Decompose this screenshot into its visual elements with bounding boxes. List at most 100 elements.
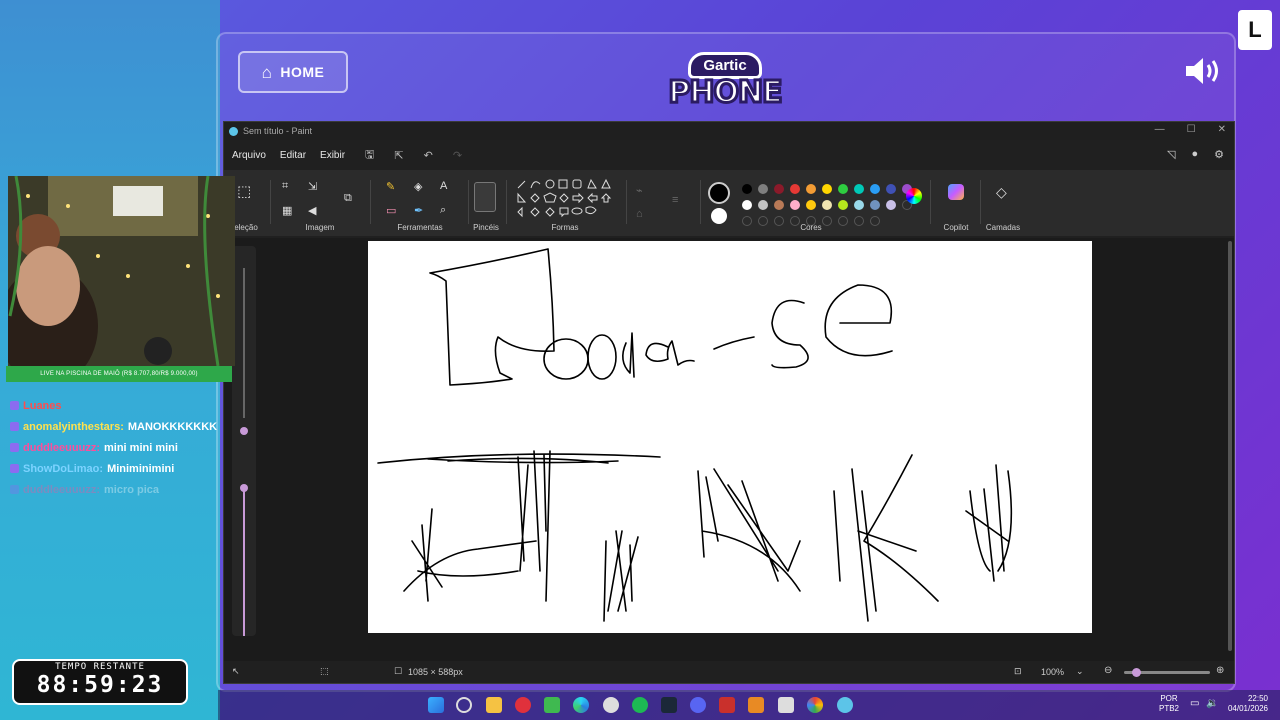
primary-color[interactable] — [708, 182, 730, 204]
share-icon[interactable]: ⇱ — [394, 149, 403, 162]
ribbon-group-colors: Cores — [706, 174, 912, 234]
layers-icon[interactable]: ◇ — [996, 184, 1007, 201]
size-icon[interactable]: ≡ — [672, 194, 678, 206]
chrome-icon[interactable] — [807, 697, 823, 713]
magnifier-icon[interactable]: ⌕ — [440, 204, 446, 217]
copilot-label: Copilot — [943, 223, 969, 232]
menu-exibir[interactable]: Exibir — [320, 150, 345, 161]
zoom-slider[interactable] — [1124, 668, 1210, 677]
language-indicator[interactable]: POR PTB2 — [1159, 694, 1179, 714]
discord-icon[interactable] — [690, 697, 706, 713]
size-slider-thumb[interactable] — [240, 427, 248, 435]
color-swatch[interactable] — [806, 184, 816, 194]
fill-icon[interactable]: ◈ — [414, 180, 422, 193]
app-news-icon[interactable] — [719, 697, 735, 713]
chat-text: Miniminimini — [107, 462, 175, 475]
color-swatch[interactable] — [822, 200, 832, 210]
spotify-icon[interactable] — [632, 697, 648, 713]
volume-icon[interactable]: 🔉 — [1206, 698, 1218, 709]
clock-date: 04/01/2026 — [1227, 704, 1268, 713]
color-swatch[interactable] — [790, 200, 800, 210]
redo-icon[interactable]: ↷ — [453, 149, 462, 162]
drawing-canvas[interactable] — [368, 241, 1092, 633]
color-swatch[interactable] — [838, 184, 848, 194]
rotate-icon[interactable]: ◀ — [308, 204, 316, 217]
chat-username: anomalyinthestars: — [23, 420, 124, 433]
opacity-slider-thumb[interactable] — [240, 484, 248, 492]
sound-icon[interactable] — [1184, 55, 1222, 87]
app-face-icon[interactable] — [603, 697, 619, 713]
fill-style-icon[interactable]: ⌂ — [636, 208, 643, 220]
resize-icon[interactable]: ⇲ — [308, 180, 317, 193]
shapes-gallery[interactable] — [516, 178, 616, 218]
system-clock[interactable]: 22:50 04/01/2026 — [1224, 694, 1268, 714]
secondary-color[interactable] — [711, 208, 727, 224]
crop-icon[interactable]: ⌗ — [282, 180, 288, 193]
color-swatch[interactable] — [758, 184, 768, 194]
image-tools-icon[interactable]: ⧉ — [344, 192, 352, 205]
color-swatch[interactable] — [774, 184, 784, 194]
chat-text: MANOKKKKKKK — [127, 420, 218, 433]
color-swatch[interactable] — [822, 184, 832, 194]
vertical-scrollbar[interactable] — [1228, 241, 1232, 651]
minimize-icon[interactable]: — — [1155, 124, 1165, 135]
fit-to-window-icon[interactable]: ⊡ — [1014, 666, 1022, 677]
color-swatch[interactable] — [790, 184, 800, 194]
color-picker-icon[interactable]: ✒ — [414, 204, 423, 217]
menu-arquivo[interactable]: Arquivo — [232, 150, 266, 161]
undo-icon[interactable]: ↶ — [424, 149, 433, 162]
color-swatch[interactable] — [774, 200, 784, 210]
search-icon[interactable] — [456, 697, 472, 713]
color-swatch[interactable] — [854, 184, 864, 194]
selection-icon[interactable]: ⬚ — [237, 182, 251, 200]
chat-username: Luanes — [23, 399, 62, 412]
zoom-out-icon[interactable]: ⊖ — [1104, 665, 1112, 676]
save-icon[interactable]: 🖫 — [365, 146, 374, 165]
app-green-icon[interactable] — [544, 697, 560, 713]
close-icon[interactable]: ✕ — [1218, 124, 1226, 135]
edit-colors-icon[interactable] — [906, 188, 922, 204]
grid-icon[interactable]: ▦ — [282, 204, 292, 217]
copilot-icon[interactable] — [948, 184, 964, 200]
ribbon-group-image: ⌗ ⇲ ▦ ◀ ⧉ Imagem — [274, 174, 366, 234]
zoom-level[interactable]: 100% — [1041, 667, 1064, 677]
color-swatch[interactable] — [838, 200, 848, 210]
steam-icon[interactable] — [661, 697, 677, 713]
zoom-in-icon[interactable]: ⊕ — [1216, 665, 1224, 676]
app-white-icon[interactable] — [778, 697, 794, 713]
file-explorer-icon[interactable] — [486, 697, 502, 713]
network-icon[interactable]: ▭ — [1190, 698, 1199, 709]
app-orange-icon[interactable] — [748, 697, 764, 713]
user-icon[interactable]: ● — [1191, 148, 1198, 161]
color-swatch[interactable] — [806, 200, 816, 210]
home-button[interactable]: ⌂ HOME — [238, 51, 348, 93]
menu-editar[interactable]: Editar — [280, 150, 306, 161]
text-icon[interactable]: A — [440, 180, 447, 192]
chat-message: duddleeuuuzz: mini mini mini — [10, 437, 225, 458]
color-swatch[interactable] — [854, 200, 864, 210]
chat-bubble-icon[interactable]: ◹ — [1167, 148, 1175, 161]
eraser-icon[interactable]: ▭ — [386, 204, 396, 217]
color-swatch[interactable] — [742, 200, 752, 210]
color-swatch[interactable] — [886, 200, 896, 210]
app-red-icon[interactable] — [515, 697, 531, 713]
color-swatch[interactable] — [870, 200, 880, 210]
color-swatch[interactable] — [742, 184, 752, 194]
maximize-icon[interactable]: ☐ — [1187, 124, 1196, 135]
brush-size-sliders[interactable] — [232, 246, 256, 636]
window-title: Sem título - Paint — [243, 126, 313, 136]
outline-icon[interactable]: ⌁ — [636, 184, 643, 197]
paint-app-icon — [229, 126, 238, 136]
zoom-slider-thumb[interactable] — [1132, 668, 1141, 677]
color-swatch[interactable] — [870, 184, 880, 194]
color-swatch[interactable] — [758, 200, 768, 210]
pencil-icon[interactable]: ✎ — [386, 180, 395, 193]
brush-button[interactable] — [474, 182, 496, 212]
canvas-size-text: 1085 × 588px — [408, 667, 463, 677]
color-swatch[interactable] — [886, 184, 896, 194]
paint-taskbar-icon[interactable] — [837, 697, 853, 713]
zoom-dropdown-icon[interactable]: ⌄ — [1076, 666, 1084, 677]
edge-browser-icon[interactable] — [573, 697, 589, 713]
settings-gear-icon[interactable]: ⚙ — [1214, 148, 1224, 161]
start-icon[interactable] — [428, 697, 444, 713]
